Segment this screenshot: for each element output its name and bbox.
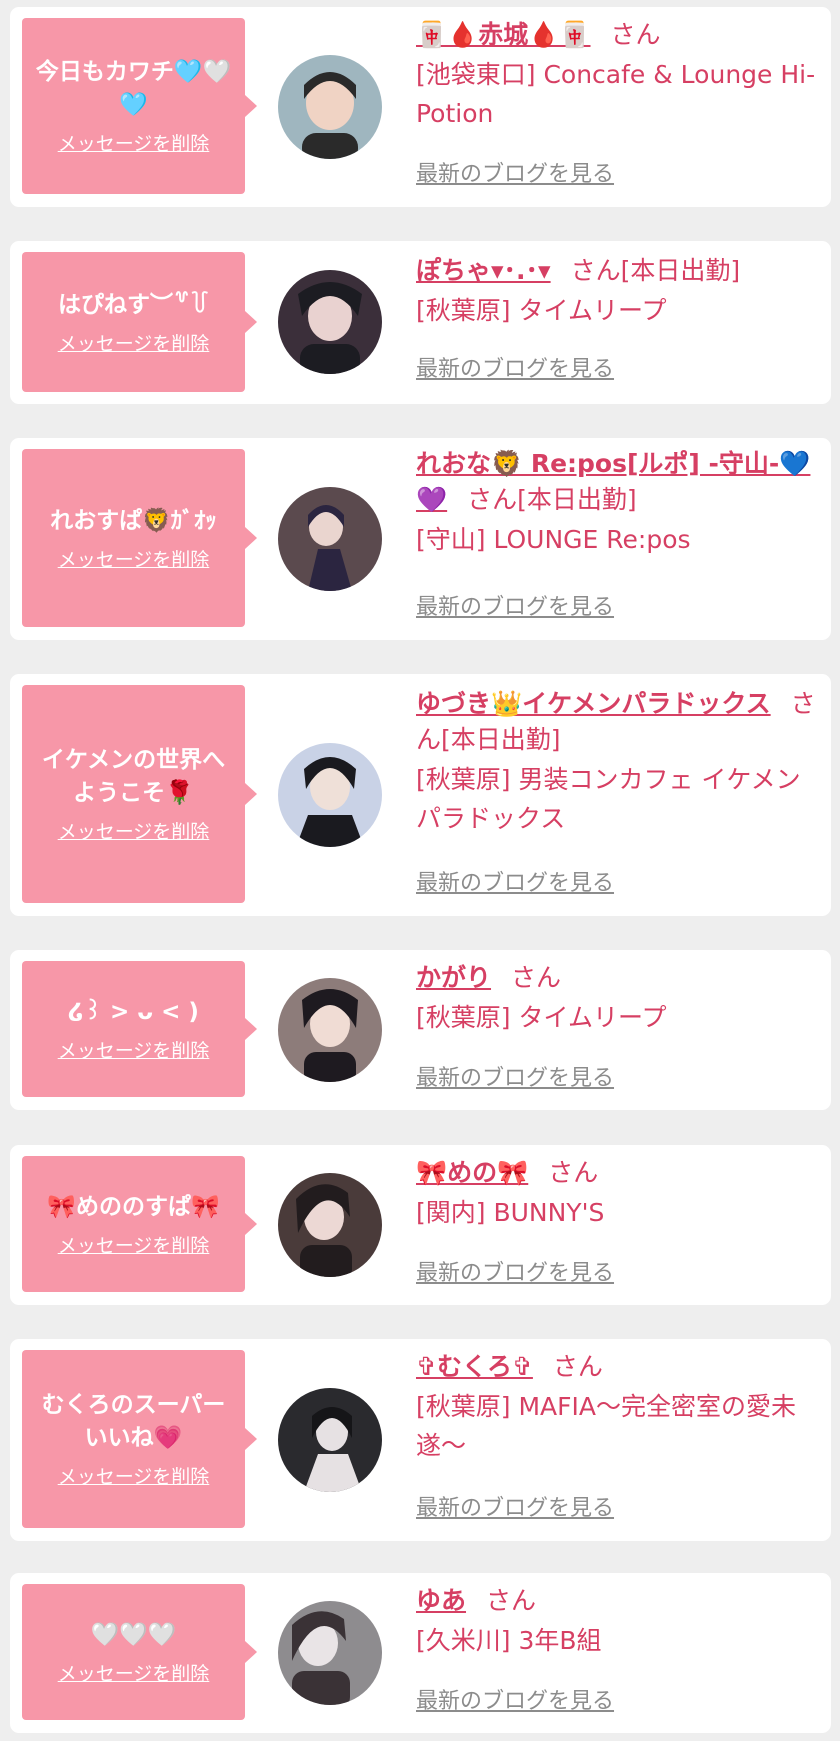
avatar-photo (278, 743, 382, 847)
avatar-photo (278, 270, 382, 374)
shop-name: [池袋東口] Concafe & Lounge Hi-Potion (416, 60, 816, 128)
cast-name-link[interactable]: ぽちゃ▾･.･▾ (416, 256, 551, 285)
delete-message-link[interactable]: メッセージを削除 (58, 1465, 210, 1489)
work-status: [本日出勤] (517, 485, 637, 514)
avatar-photo (278, 55, 382, 159)
honorific: さん (610, 20, 661, 49)
honorific: さん (511, 963, 562, 992)
bubble-message: 🤍🤍🤍 (90, 1621, 177, 1648)
message-bubble: イケメンの世界へようこそ🌹 メッセージを削除 (22, 685, 257, 903)
latest-blog-link[interactable]: 最新のブログを見る (416, 1687, 614, 1717)
cast-name-link[interactable]: ゆづき👑イケメンパラドックス (416, 689, 771, 718)
honorific: さん (552, 1352, 603, 1381)
message-card: 今日もカワチ🩵🤍🩵 メッセージを削除 🀄🩸赤城🩸🀄 さん [池袋東口] Conca… (10, 7, 831, 207)
bubble-message: 今日もカワチ🩵🤍🩵 (35, 59, 232, 118)
message-card: 🤍🤍🤍 メッセージを削除 ゆあ さん [久米川] 3年B組 最新のブログを見る (10, 1573, 831, 1733)
shop-name: [関内] BUNNY'S (416, 1198, 605, 1227)
latest-blog-link[interactable]: 最新のブログを見る (416, 1494, 614, 1524)
delete-message-link[interactable]: メッセージを削除 (58, 548, 210, 572)
bubble-message: 🎀めののすぱ🎀 (47, 1193, 220, 1220)
honorific: さん (548, 1158, 599, 1187)
work-status: [本日出勤] (441, 725, 561, 754)
cast-info: かがり さん [秋葉原] タイムリープ (416, 960, 817, 1037)
cast-name-link[interactable]: かがり (416, 963, 491, 992)
delete-message-link[interactable]: メッセージを削除 (58, 1234, 210, 1258)
work-status: [本日出勤] (620, 256, 741, 285)
message-bubble: れおすぱ🦁ｶﾞｵｯ メッセージを削除 (22, 449, 257, 627)
avatar[interactable] (278, 55, 382, 159)
latest-blog-link[interactable]: 最新のブログを見る (416, 355, 614, 385)
cast-name-link[interactable]: ✞むくろ✞ (416, 1352, 533, 1381)
message-bubble: ໒꒱ > ᴗ < ) メッセージを削除 (22, 961, 257, 1097)
cast-name-link[interactable]: ゆあ (416, 1586, 466, 1615)
message-card: イケメンの世界へようこそ🌹 メッセージを削除 ゆづき👑イケメンパラドックス さん[… (10, 674, 831, 916)
avatar-photo (278, 1601, 382, 1705)
message-bubble: むくろのスーパーいいね💗 メッセージを削除 (22, 1350, 257, 1528)
shop-name: [秋葉原] タイムリープ (416, 1003, 667, 1032)
bubble-message: れおすぱ🦁ｶﾞｵｯ (50, 507, 217, 534)
avatar[interactable] (278, 270, 382, 374)
message-bubble: はぴねす︶꒷꒦ メッセージを削除 (22, 252, 257, 392)
avatar[interactable] (278, 1388, 382, 1492)
cast-info: ✞むくろ✞ さん [秋葉原] MAFIA〜完全密室の愛未遂〜 (416, 1349, 817, 1465)
bubble-message: ໒꒱ > ᴗ < ) (68, 998, 199, 1025)
delete-message-link[interactable]: メッセージを削除 (58, 1662, 210, 1686)
cast-info: ゆづき👑イケメンパラドックス さん[本日出勤] [秋葉原] 男装コンカフェ イケメ… (416, 686, 817, 838)
cast-name-line: かがり さん (416, 960, 817, 996)
cast-name-line: 🀄🩸赤城🩸🀄 さん (416, 17, 817, 53)
message-card: れおすぱ🦁ｶﾞｵｯ メッセージを削除 れおな🦁 Re:pos[ルポ] -守山-💙… (10, 438, 831, 640)
cast-name-line: 🎀めの🎀 さん (416, 1155, 817, 1191)
latest-blog-link[interactable]: 最新のブログを見る (416, 1064, 614, 1094)
avatar-photo (278, 978, 382, 1082)
delete-message-link[interactable]: メッセージを削除 (58, 820, 210, 844)
latest-blog-link[interactable]: 最新のブログを見る (416, 593, 614, 623)
message-bubble: 今日もカワチ🩵🤍🩵 メッセージを削除 (22, 18, 257, 194)
shop-name: [久米川] 3年B組 (416, 1626, 602, 1655)
cast-name-line: ✞むくろ✞ さん (416, 1349, 817, 1385)
cast-name-line: ぽちゃ▾･.･▾ さん[本日出勤] (416, 253, 817, 289)
cast-info: れおな🦁 Re:pos[ルポ] -守山-💙💜 さん[本日出勤] [守山] LOUN… (416, 446, 817, 559)
avatar-photo (278, 487, 382, 591)
bubble-message: はぴねす︶꒷꒦ (58, 291, 209, 318)
avatar[interactable] (278, 487, 382, 591)
shop-name: [秋葉原] 男装コンカフェ イケメンパラドックス (416, 765, 801, 833)
cast-name-line: れおな🦁 Re:pos[ルポ] -守山-💙💜 さん[本日出勤] (416, 446, 817, 518)
cast-info: 🎀めの🎀 さん [関内] BUNNY'S (416, 1155, 817, 1232)
message-card: ໒꒱ > ᴗ < ) メッセージを削除 かがり さん [秋葉原] タイムリープ 最… (10, 950, 831, 1110)
cast-info: ゆあ さん [久米川] 3年B組 (416, 1583, 817, 1660)
shop-name: [秋葉原] タイムリープ (416, 296, 667, 325)
delete-message-link[interactable]: メッセージを削除 (58, 332, 210, 356)
bubble-message: イケメンの世界へようこそ🌹 (41, 747, 226, 806)
delete-message-link[interactable]: メッセージを削除 (58, 1039, 210, 1063)
cast-info: 🀄🩸赤城🩸🀄 さん [池袋東口] Concafe & Lounge Hi-Poti… (416, 17, 817, 133)
message-bubble: 🤍🤍🤍 メッセージを削除 (22, 1584, 257, 1720)
latest-blog-link[interactable]: 最新のブログを見る (416, 869, 614, 899)
avatar[interactable] (278, 743, 382, 847)
honorific: さん (570, 256, 621, 285)
cast-name-line: ゆあ さん (416, 1583, 817, 1619)
cast-name-link[interactable]: 🎀めの🎀 (416, 1158, 528, 1187)
message-card: はぴねす︶꒷꒦ メッセージを削除 ぽちゃ▾･.･▾ さん[本日出勤] [秋葉原] … (10, 241, 831, 404)
message-card: 🎀めののすぱ🎀 メッセージを削除 🎀めの🎀 さん [関内] BUNNY'S 最新の… (10, 1145, 831, 1305)
shop-name: [秋葉原] MAFIA〜完全密室の愛未遂〜 (416, 1392, 796, 1460)
delete-message-link[interactable]: メッセージを削除 (58, 132, 210, 156)
avatar[interactable] (278, 1173, 382, 1277)
cast-name-line: ゆづき👑イケメンパラドックス さん[本日出勤] (416, 686, 817, 758)
bubble-message: むくろのスーパーいいね💗 (41, 1392, 226, 1451)
cast-name-link[interactable]: 🀄🩸赤城🩸🀄 (416, 20, 591, 49)
cast-info: ぽちゃ▾･.･▾ さん[本日出勤] [秋葉原] タイムリープ (416, 253, 817, 330)
avatar-photo (278, 1388, 382, 1492)
avatar[interactable] (278, 978, 382, 1082)
honorific: さん (486, 1586, 537, 1615)
latest-blog-link[interactable]: 最新のブログを見る (416, 1259, 614, 1289)
message-card: むくろのスーパーいいね💗 メッセージを削除 ✞むくろ✞ さん [秋葉原] MAFI… (10, 1339, 831, 1541)
shop-name: [守山] LOUNGE Re:pos (416, 525, 691, 554)
avatar-photo (278, 1173, 382, 1277)
message-bubble: 🎀めののすぱ🎀 メッセージを削除 (22, 1156, 257, 1292)
avatar[interactable] (278, 1601, 382, 1705)
honorific: さん (467, 485, 518, 514)
latest-blog-link[interactable]: 最新のブログを見る (416, 160, 614, 190)
